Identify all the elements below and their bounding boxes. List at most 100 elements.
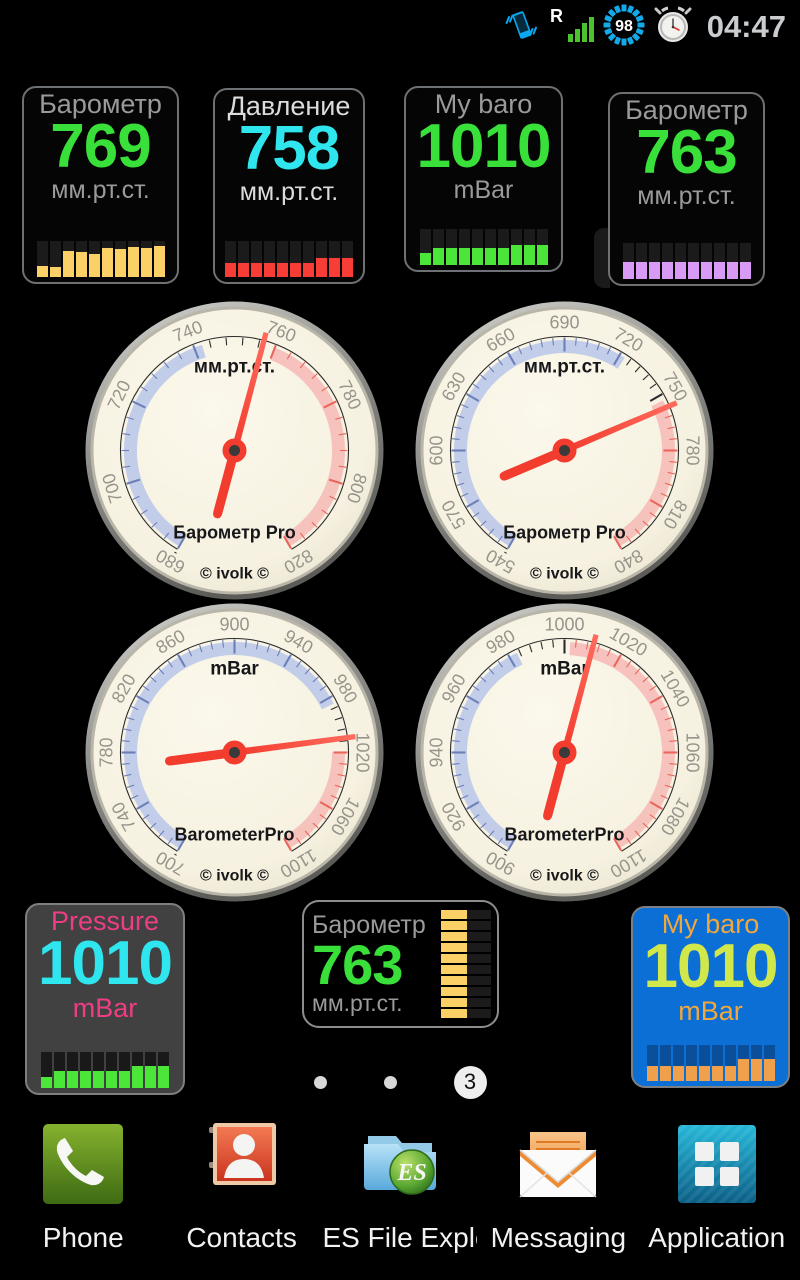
widget-bar-graph: [622, 243, 751, 279]
gauge-copyright: © ivolk ©: [530, 868, 599, 885]
widget-unit: mBar: [72, 993, 138, 1024]
widget-unit: mBar: [678, 996, 743, 1027]
dock-item-phone[interactable]: Phone: [6, 1116, 161, 1254]
bar-column: [510, 229, 522, 265]
bar-column: [36, 241, 48, 277]
gauge-copyright: © ivolk ©: [200, 868, 269, 885]
page-dot-2[interactable]: [383, 1075, 397, 1089]
widget-value: 769: [50, 112, 151, 182]
dock-label: Contacts: [186, 1222, 297, 1253]
gauge-copyright: © ivolk ©: [530, 566, 599, 583]
widget-unit: мм.рт.ст.: [51, 176, 150, 205]
bar-column: [303, 241, 314, 277]
bar-column: [114, 241, 126, 277]
gauge-brand-label: Барометр Pro: [503, 523, 626, 543]
widget-mybaro-1010[interactable]: My baro 1010 mBar: [404, 86, 563, 272]
widget-value: 758: [238, 114, 340, 184]
gauge-tick-label: 1060: [683, 732, 703, 772]
phone-handset-icon: [35, 1116, 131, 1212]
dock-label: Application: [648, 1222, 786, 1253]
bar-column: [458, 229, 470, 265]
bar-column: [648, 243, 660, 279]
home-screen: R 98 04:47 Барометр 769 мм.рт.ст. Давлен…: [0, 0, 800, 1280]
bar-column: [264, 241, 275, 277]
bar-row: [441, 998, 491, 1007]
envelope-icon: [510, 1116, 606, 1212]
widget-value: 1010: [643, 932, 779, 1002]
dock-item-contacts[interactable]: Contacts: [164, 1116, 319, 1254]
bar-column: [277, 241, 288, 277]
gauge-brand-label: Барометр Pro: [173, 523, 296, 543]
bar-column: [713, 243, 725, 279]
status-bar: R 98 04:47: [0, 0, 800, 54]
page-dot-1[interactable]: [313, 1075, 327, 1089]
svg-text:R: R: [550, 6, 563, 26]
widget-barometr-769[interactable]: Барометр 769 мм.рт.ст.: [22, 86, 179, 284]
widget-bar-graph: [225, 241, 353, 277]
widget-barometr-763-wide[interactable]: Барометр 763 мм.рт.ст.: [302, 900, 499, 1028]
bar-column: [739, 243, 751, 279]
gauge-mbar-wide[interactable]: 700 740 780 820 860 900 940 980 1020 1060 1100 mBar…: [82, 600, 387, 905]
bar-column: [329, 241, 340, 277]
battery-level-text: 98: [615, 18, 633, 35]
svg-text:ES: ES: [396, 1160, 426, 1186]
bar-column: [88, 241, 100, 277]
gauge-mbar-narrow[interactable]: 900 920 940 960 980 1000 1020 1040 1060 1080 1100 m…: [412, 600, 717, 905]
widget-davlenie-758[interactable]: Давление 758 мм.рт.ст.: [213, 88, 365, 284]
bar-column: [497, 229, 509, 265]
bar-row: [441, 954, 491, 963]
widget-mybaro-1010-blue[interactable]: My baro 1010 mBar: [631, 906, 790, 1088]
bar-column: [700, 243, 712, 279]
gauge-brand-label: BarometerPro: [504, 825, 624, 845]
gauge-tick-label: 940: [427, 737, 447, 767]
page-dot-current[interactable]: 3: [453, 1065, 487, 1099]
dock-item-es-file-explorer[interactable]: ES ES File Explo: [322, 1116, 477, 1254]
widget-value: 1010: [416, 112, 552, 182]
bar-column: [75, 241, 87, 277]
bar-row: [441, 943, 491, 952]
gauge-tick-label: 690: [549, 313, 579, 333]
bar-column: [225, 241, 236, 277]
bar-row: [441, 987, 491, 996]
bar-column: [622, 243, 634, 279]
bar-column: [419, 229, 431, 265]
gauge-mmhg-wide[interactable]: 680 700 720 740 760 780 800 820 мм.рт.ст. Баромет…: [82, 298, 387, 603]
widget-value: 1010: [38, 929, 173, 999]
bar-column: [432, 229, 444, 265]
gauge-mmhg-full[interactable]: 540 570 600 630 660 690 720 750 780 810 840 мм.рт.с…: [412, 298, 717, 603]
bar-column: [251, 241, 262, 277]
alarm-clock-icon: [654, 6, 692, 49]
gauge-tick-label: 1000: [544, 615, 584, 635]
dock-label: Phone: [42, 1222, 124, 1253]
gauge-tick-label: 780: [97, 737, 117, 767]
gauge-unit-label: мм.рт.ст.: [524, 357, 605, 378]
widget-barometr-763[interactable]: Барометр 763 мм.рт.ст.: [608, 92, 765, 286]
widget-bar-graph: [36, 241, 165, 277]
dock-item-messaging[interactable]: Messaging: [481, 1116, 636, 1254]
gauge-unit-label: mBar: [210, 659, 259, 680]
dock-item-application[interactable]: Application: [639, 1116, 794, 1254]
dock-label: ES File Explo: [322, 1222, 478, 1253]
vibrate-phone-icon: [505, 8, 539, 47]
es-file-explorer-icon: ES: [352, 1116, 448, 1212]
bar-column: [687, 243, 699, 279]
widget-unit: мм.рт.ст.: [637, 182, 736, 211]
app-drawer-grid-icon: [669, 1116, 765, 1212]
widget-unit: мм.рт.ст.: [312, 990, 403, 1017]
bar-column: [238, 241, 249, 277]
gauge-tick-label: 900: [219, 615, 249, 635]
widget-bar-graph: [419, 229, 548, 265]
widget-readout: Барометр 763 мм.рт.ст.: [312, 911, 437, 1017]
bar-column: [471, 229, 483, 265]
bar-column: [536, 229, 548, 265]
bar-row: [441, 910, 491, 919]
bar-column: [101, 241, 113, 277]
bar-column: [674, 243, 686, 279]
bar-column: [635, 243, 647, 279]
bar-column: [290, 241, 301, 277]
roaming-signal-icon: R: [548, 6, 594, 49]
bar-column: [484, 229, 496, 265]
dock-label: Messaging: [490, 1222, 627, 1253]
bar-column: [49, 241, 61, 277]
bar-row: [441, 932, 491, 941]
